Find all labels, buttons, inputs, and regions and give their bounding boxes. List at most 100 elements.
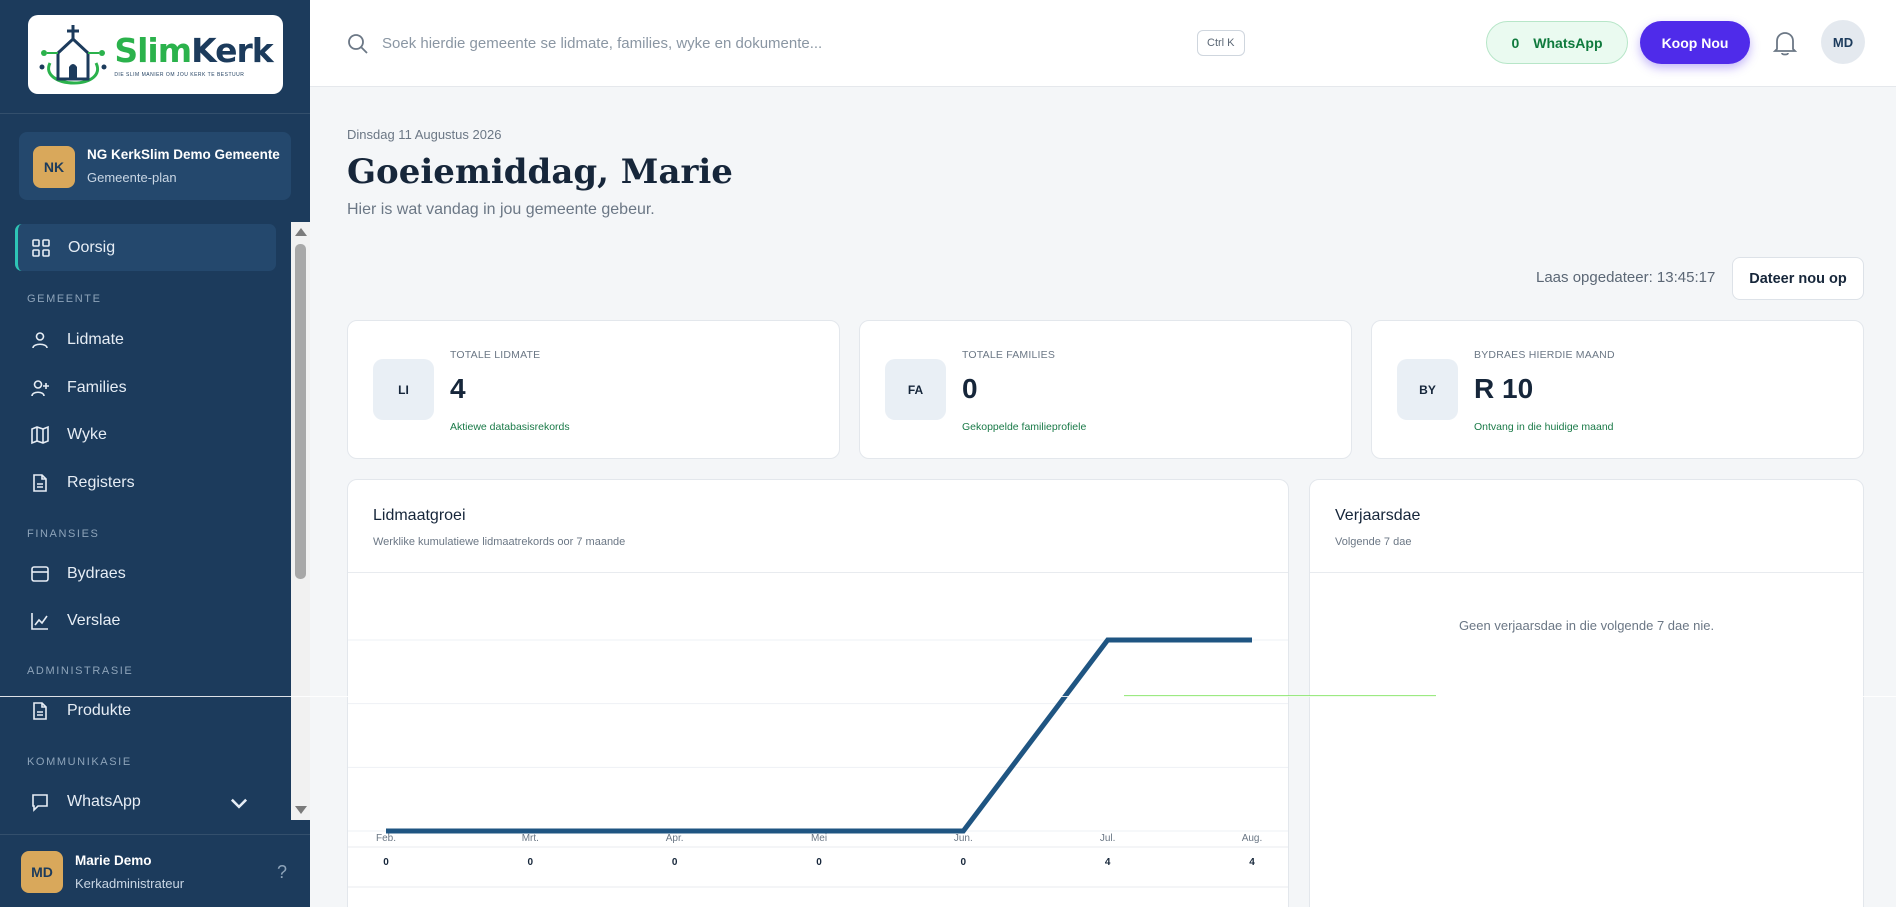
map-icon (31, 425, 49, 444)
user-profile[interactable]: MD Marie Demo Kerkadministrateur ? (0, 835, 310, 907)
sidebar-item-label: WhatsApp (67, 792, 141, 810)
x-tick-label: Mei (811, 833, 827, 844)
stat-value: 0 (962, 373, 978, 404)
sidebar-item-registers[interactable]: Registers (15, 459, 276, 506)
church-name: NG KerkSlim Demo Gemeente (87, 147, 280, 162)
stat-subtext: Aktiewe databasisrekords (450, 421, 570, 433)
stat-card-bydraes[interactable]: BY BYDRAES HIERDIE MAAND R 10 Ontvang in… (1371, 320, 1864, 459)
whatsapp-count: 0 (1511, 34, 1520, 51)
buy-now-button[interactable]: Koop Nou (1640, 21, 1750, 64)
brand-logo[interactable]: SlimKerk DIE SLIM MANIER OM JOU KERK TE … (28, 15, 283, 94)
x-tick-label: Jul. (1100, 833, 1116, 844)
search-shortcut: Ctrl K (1197, 30, 1245, 56)
sidebar-item-label: Produkte (67, 701, 132, 719)
stat-value: R 10 (1474, 373, 1534, 404)
panel-title: Verjaarsdae (1335, 507, 1421, 524)
topbar: Ctrl K 0 WhatsApp Koop Nou MD (310, 0, 1896, 87)
section-gemeente: GEMEENTE (27, 293, 102, 305)
data-label: 0 (383, 857, 389, 868)
growth-panel: Lidmaatgroei Werklike kumulatiewe lidmaa… (347, 479, 1289, 907)
overlay-divider (0, 696, 1896, 697)
stat-badge: LI (373, 359, 434, 420)
x-tick-label: Mrt. (522, 833, 539, 844)
stat-value: 4 (450, 373, 466, 404)
church-logo-icon (39, 24, 107, 85)
sidebar-nav: Oorsig GEMEENTE Lidmate Families Wyke Re… (0, 222, 290, 820)
bell-icon[interactable] (1772, 29, 1798, 57)
sidebar-item-label: Families (67, 378, 127, 396)
sidebar-divider (0, 113, 310, 114)
stat-badge: FA (885, 359, 946, 420)
stat-subtext: Ontvang in die huidige maand (1474, 421, 1614, 433)
sidebar-item-families[interactable]: Families (15, 364, 276, 411)
help-icon[interactable]: ? (277, 862, 287, 883)
last-updated: Laas opgedateer: 13:45:17 (1536, 269, 1716, 286)
section-finansies: FINANSIES (27, 528, 100, 540)
sidebar-item-whatsapp[interactable]: WhatsApp (15, 778, 276, 820)
stat-label: TOTALE FAMILIES (962, 349, 1056, 361)
section-kommunikasie: KOMMUNIKASIE (27, 756, 132, 768)
user-role: Kerkadministrateur (75, 876, 185, 891)
panel-subtitle: Werklike kumulatiewe lidmaatrekords oor … (373, 536, 626, 548)
stat-label: BYDRAES HIERDIE MAAND (1474, 349, 1615, 361)
series-line (386, 637, 1252, 834)
sidebar-item-label: Verslae (67, 611, 121, 629)
panel-divider (1310, 572, 1863, 573)
scroll-up-arrow-icon[interactable] (295, 228, 307, 236)
scroll-thumb[interactable] (295, 244, 306, 579)
x-tick-label: Aug. (1242, 833, 1263, 844)
avatar[interactable]: MD (1821, 20, 1865, 64)
chevron-down-icon[interactable] (229, 794, 249, 814)
sidebar-item-verslae[interactable]: Verslae (15, 597, 276, 644)
stat-badge: BY (1397, 359, 1458, 420)
x-tick-label: Feb. (376, 833, 396, 844)
birthdays-panel: Verjaarsdae Volgende 7 dae Geen verjaars… (1309, 479, 1864, 907)
line-chart-icon (31, 612, 48, 630)
sidebar-item-label: Registers (67, 473, 135, 491)
avatar: MD (21, 851, 63, 893)
sidebar-item-label: Bydraes (67, 564, 126, 582)
current-date: Dinsdag 11 Augustus 2026 (347, 127, 502, 142)
page-subtitle: Hier is wat vandag in jou gemeente gebeu… (347, 201, 655, 218)
brand-tagline: DIE SLIM MANIER OM JOU KERK TE BESTUUR (114, 72, 245, 78)
panel-title: Lidmaatgroei (373, 507, 466, 524)
stat-card-families[interactable]: FA TOTALE FAMILIES 0 Gekoppelde familiep… (859, 320, 1352, 459)
data-label: 0 (528, 857, 534, 868)
data-label: 0 (961, 857, 967, 868)
growth-chart: Feb. 0 Mrt. 0 Apr. 0 Mei 0 Jun. 0 Jul. 4 Aug. 4 (348, 637, 1288, 888)
user-name: Marie Demo (75, 853, 152, 868)
sidebar-item-label: Wyke (67, 425, 107, 443)
sidebar-item-oorsig[interactable]: Oorsig (15, 224, 276, 271)
sidebar-item-produkte[interactable]: Produkte (15, 687, 276, 734)
scroll-down-arrow-icon[interactable] (295, 806, 307, 814)
refresh-button[interactable]: Dateer nou op (1732, 257, 1864, 300)
document-icon (33, 701, 47, 720)
x-tick-label: Apr. (666, 833, 684, 844)
sidebar-scrollbar[interactable] (291, 222, 310, 820)
data-label: 0 (816, 857, 822, 868)
document-icon (33, 473, 47, 492)
whatsapp-label: WhatsApp (1533, 34, 1603, 51)
data-label: 4 (1105, 857, 1111, 868)
search-icon (348, 34, 368, 54)
brand-name: SlimKerk (114, 31, 273, 70)
sidebar-item-bydraes[interactable]: Bydraes (15, 550, 276, 597)
sidebar-item-wyke[interactable]: Wyke (15, 411, 276, 458)
sidebar-item-lidmate[interactable]: Lidmate (15, 316, 276, 363)
whatsapp-button[interactable]: 0 WhatsApp (1486, 21, 1628, 64)
church-switcher[interactable]: NK NG KerkSlim Demo Gemeente Gemeente-pl… (19, 132, 291, 200)
chat-icon (32, 793, 48, 812)
x-tick-label: Jun. (954, 833, 973, 844)
stat-label: TOTALE LIDMATE (450, 349, 541, 361)
data-label: 0 (672, 857, 678, 868)
page-title: Goeiemiddag, Marie (347, 152, 733, 192)
church-avatar: NK (33, 146, 75, 188)
sidebar-item-label: Lidmate (67, 330, 124, 348)
sidebar: SlimKerk DIE SLIM MANIER OM JOU KERK TE … (0, 0, 310, 907)
user-plus-icon (31, 379, 49, 396)
user-icon (32, 331, 48, 348)
empty-state-message: Geen verjaarsdae in die volgende 7 dae n… (1458, 618, 1715, 633)
stat-card-lidmate[interactable]: LI TOTALE LIDMATE 4 Aktiewe databasisrek… (347, 320, 840, 459)
section-administrasie: ADMINISTRASIE (27, 665, 134, 677)
search-input[interactable] (382, 28, 1182, 58)
